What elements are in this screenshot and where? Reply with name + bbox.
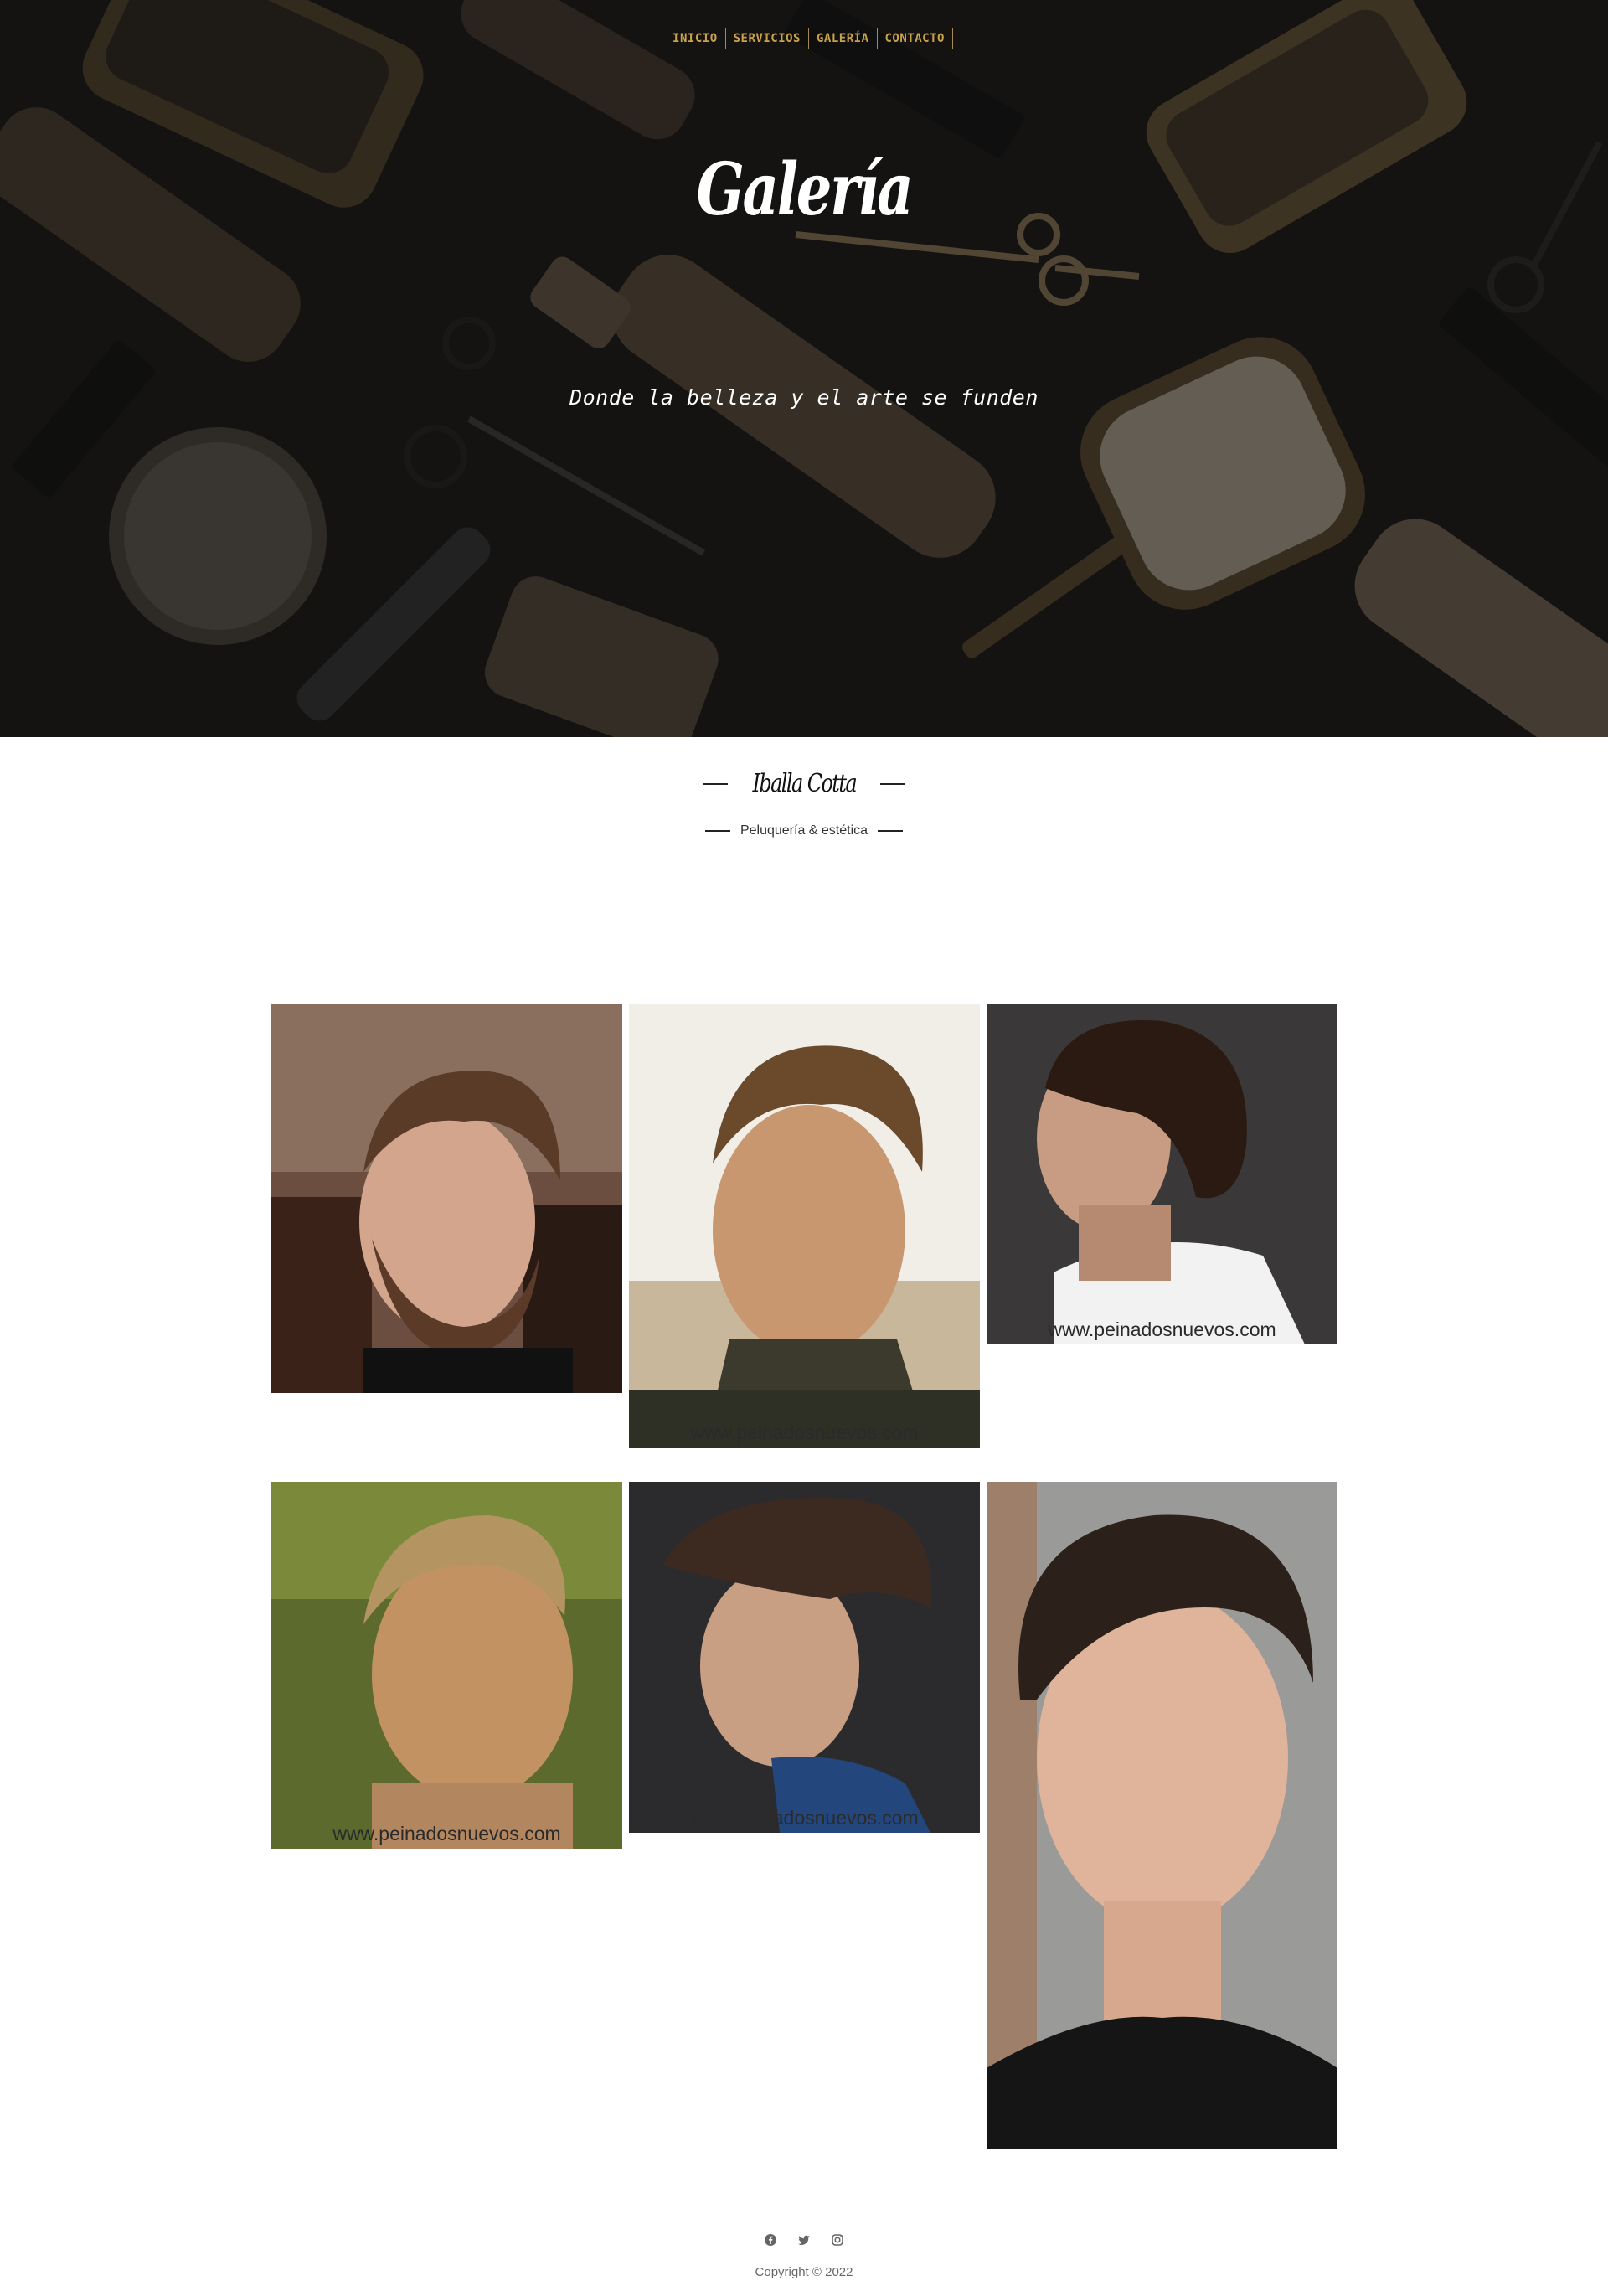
nav-link-contacto[interactable]: CONTACTO (878, 28, 953, 49)
social-links (0, 2232, 1608, 2248)
watermark: www.peinadosnuevos.com (1048, 1318, 1276, 1340)
hero-subtitle: Donde la belleza y el arte se funden (570, 385, 1038, 410)
divider-left (704, 830, 730, 832)
watermark: www.peinadosnuevos.com (332, 1823, 561, 1845)
brand-tagline-row: Peluquería & estética (0, 823, 1608, 838)
main-nav: INICIO SERVICIOS GALERÍA CONTACTO (0, 28, 1608, 49)
brand-tagline: Peluquería & estética (740, 823, 868, 838)
instagram-icon[interactable] (829, 2232, 846, 2248)
brand-name: Iballa Cotta (752, 769, 857, 798)
gallery-photo[interactable]: www.peinadosnuevos.com (629, 1004, 980, 1448)
divider-right (880, 782, 906, 785)
nav-link-galeria[interactable]: GALERÍA (809, 28, 878, 49)
portrait-image (271, 1004, 622, 1393)
gallery-photo[interactable]: www.peinadosnuevos.com (987, 1004, 1337, 1344)
nav-link-inicio[interactable]: INICIO (665, 28, 726, 49)
page-title: Galería (696, 147, 914, 232)
gallery-photo[interactable] (271, 1004, 622, 1393)
hero-background-image (0, 0, 1608, 737)
divider-left (702, 782, 728, 785)
divider-right (878, 830, 904, 832)
portrait-image (629, 1482, 980, 1833)
gallery-photo[interactable]: www.peinadosnuevos.com (271, 1482, 622, 1849)
portrait-image (987, 1004, 1337, 1344)
gallery-photo[interactable] (987, 1482, 1337, 2149)
watermark: www.peinadosnuevos.com (690, 1807, 919, 1829)
portrait-image (987, 1482, 1337, 2149)
facebook-icon[interactable] (762, 2232, 779, 2248)
portrait-image (629, 1004, 980, 1448)
copyright-text: Copyright © 2022 (755, 2265, 853, 2279)
gallery-photo[interactable]: www.peinadosnuevos.com (629, 1482, 980, 1833)
portrait-image (271, 1482, 622, 1849)
hero-banner: INICIO SERVICIOS GALERÍA CONTACTO Galerí… (0, 0, 1608, 737)
brand-logo: Iballa Cotta (0, 769, 1608, 798)
nav-link-servicios[interactable]: SERVICIOS (726, 28, 809, 49)
twitter-icon[interactable] (796, 2232, 812, 2248)
watermark: www.peinadosnuevos.com (690, 1421, 919, 1443)
